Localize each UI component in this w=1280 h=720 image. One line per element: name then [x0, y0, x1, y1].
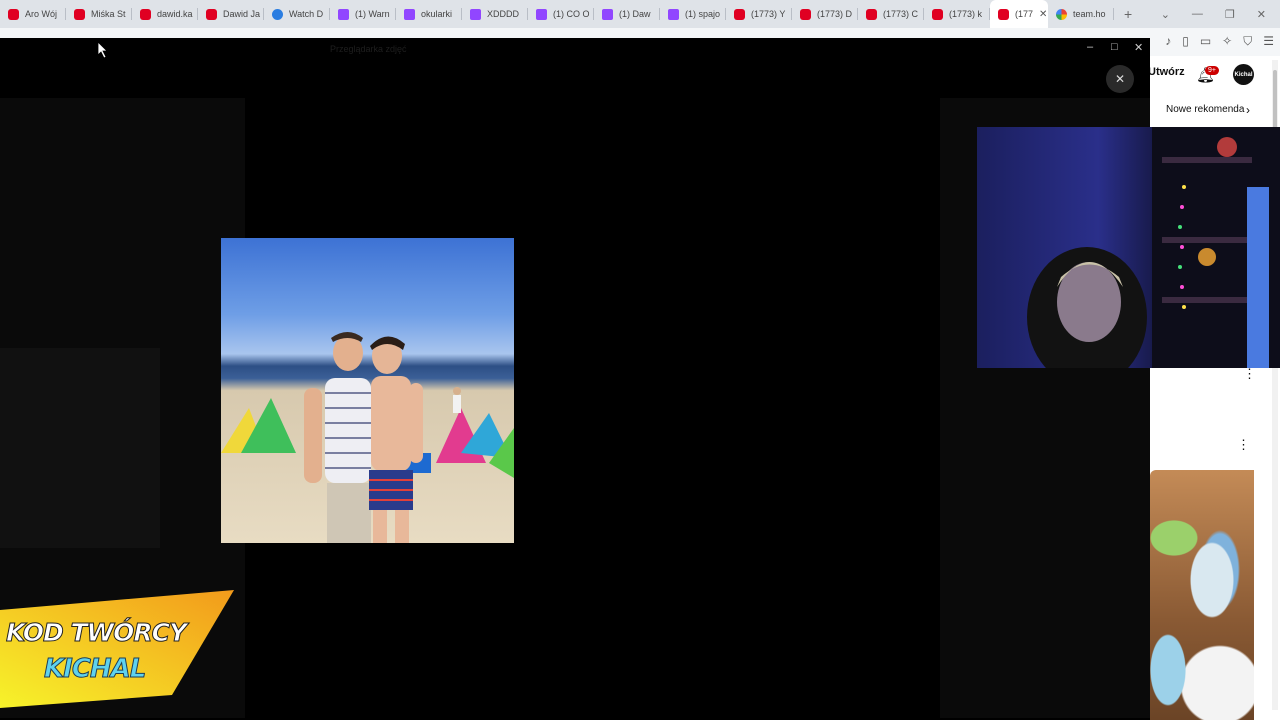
browser-tab[interactable]: (1) CO O [528, 0, 594, 28]
browser-tabstrip: Aro Wój Miśka St dawid.ka Dawid Ja Watch D (1… [0, 0, 1280, 28]
browser-tab[interactable]: (1) spajo [660, 0, 726, 28]
creator-code-banner [0, 590, 234, 708]
browser-window-controls: ⌄ — ❐ ✕ [1161, 8, 1280, 21]
tab-label: okularki [421, 9, 453, 19]
tab-label: (177 [1015, 9, 1034, 19]
avatar[interactable]: Kichal [1233, 64, 1254, 85]
viewer-close-button[interactable]: ✕ [1134, 41, 1143, 54]
tab-label: Watch D [289, 9, 324, 19]
close-photo-button[interactable]: ✕ [1106, 65, 1134, 93]
tab-label: (1) spajo [685, 9, 721, 19]
minimize-button[interactable]: — [1192, 8, 1203, 21]
browser-tab[interactable]: (1773) D [792, 0, 858, 28]
more-options-icon[interactable]: ⋮ [1237, 437, 1250, 453]
dim-background-thumbnail [0, 348, 160, 548]
tab-label: dawid.ka [157, 9, 193, 19]
browser-tab[interactable]: Miśka St [66, 0, 132, 28]
tab-label: Aro Wój [25, 9, 58, 19]
browser-tab[interactable]: (1773) C [858, 0, 924, 28]
tab-label: (1) Warn [355, 9, 390, 19]
wallet-icon[interactable]: ▭ [1200, 34, 1211, 49]
ai-icon[interactable]: ✧ [1222, 34, 1232, 49]
browser-tab[interactable]: (1773) Y [726, 0, 792, 28]
browser-tab[interactable]: team.ho [1048, 0, 1114, 28]
google-icon [1056, 8, 1067, 20]
tab-search-icon[interactable]: ⌄ [1161, 8, 1170, 21]
shield-icon[interactable]: ⛉ [1243, 34, 1252, 49]
browser-tab[interactable]: Aro Wój [0, 0, 66, 28]
recommendation-chip[interactable]: Nowe rekomenda [1166, 104, 1244, 115]
new-tab-button[interactable]: + [1124, 6, 1132, 22]
sidebar-icon[interactable]: ▯ [1182, 34, 1189, 49]
creator-code-value: KICHAL [43, 654, 146, 685]
create-button[interactable]: Utwórz [1148, 66, 1185, 78]
browser-tab[interactable]: okularki [396, 0, 462, 28]
youtube-icon [140, 8, 151, 20]
youtube-icon [998, 8, 1009, 20]
watch-icon [272, 8, 283, 20]
tab-label: (1773) k [949, 9, 983, 19]
browser-tab[interactable]: (177 ✕ [990, 0, 1048, 28]
twitch-icon [536, 8, 547, 20]
tab-label: (1) Daw [619, 9, 651, 19]
tab-label: Dawid Ja [223, 9, 261, 19]
beach-photo-illustration [221, 332, 514, 543]
browser-tab[interactable]: XDDDD [462, 0, 528, 28]
browser-tab[interactable]: Watch D [264, 0, 330, 28]
twitch-icon [404, 8, 415, 20]
scrollbar-thumb[interactable] [1273, 70, 1277, 130]
tab-label: (1773) D [817, 9, 853, 19]
youtube-icon [734, 8, 745, 20]
twitch-icon [602, 8, 613, 20]
extension-icon[interactable]: ♪ [1165, 34, 1171, 49]
youtube-icon [8, 8, 19, 20]
twitch-icon [470, 8, 481, 20]
toolbar-icons: ♪ ▯ ▭ ✧ ⛉ ☰ [1165, 34, 1274, 49]
browser-tab[interactable]: (1773) k [924, 0, 990, 28]
chevron-right-icon[interactable]: › [1246, 103, 1250, 117]
webcam-overlay [977, 127, 1280, 368]
viewer-title: Przeglądarka zdjęć [330, 44, 407, 54]
youtube-icon [866, 8, 877, 20]
youtube-icon [74, 8, 85, 20]
video-thumbnail[interactable] [1150, 470, 1254, 720]
tab-label: (1) CO O [553, 9, 590, 19]
tab-label: (1773) C [883, 9, 919, 19]
beach-photo [221, 238, 514, 543]
youtube-icon [932, 8, 943, 20]
youtube-icon [800, 8, 811, 20]
close-tab-icon[interactable]: ✕ [1039, 9, 1047, 20]
mouse-cursor-icon [98, 42, 108, 58]
restore-button[interactable]: ❐ [1225, 8, 1235, 21]
tab-label: XDDDD [487, 9, 520, 19]
menu-icon[interactable]: ☰ [1263, 34, 1274, 49]
youtube-icon [206, 8, 217, 20]
close-window-button[interactable]: ✕ [1257, 8, 1266, 21]
tab-label: (1773) Y [751, 9, 786, 19]
creator-code-title: KOD TWÓRCY [5, 618, 187, 648]
browser-tab[interactable]: (1) Daw [594, 0, 660, 28]
tab-label: Miśka St [91, 9, 126, 19]
viewer-maximize-button[interactable]: □ [1111, 41, 1118, 53]
more-options-icon[interactable]: ⋮ [1243, 366, 1256, 382]
browser-tab[interactable]: (1) Warn [330, 0, 396, 28]
tab-label: team.ho [1073, 9, 1106, 19]
twitch-icon [338, 8, 349, 20]
viewer-minimize-button[interactable]: – [1087, 41, 1093, 53]
browser-tab[interactable]: dawid.ka [132, 0, 198, 28]
notification-badge: 9+ [1205, 66, 1219, 75]
webcam-illustration [1027, 127, 1280, 368]
twitch-icon [668, 8, 679, 20]
browser-tab[interactable]: Dawid Ja [198, 0, 264, 28]
